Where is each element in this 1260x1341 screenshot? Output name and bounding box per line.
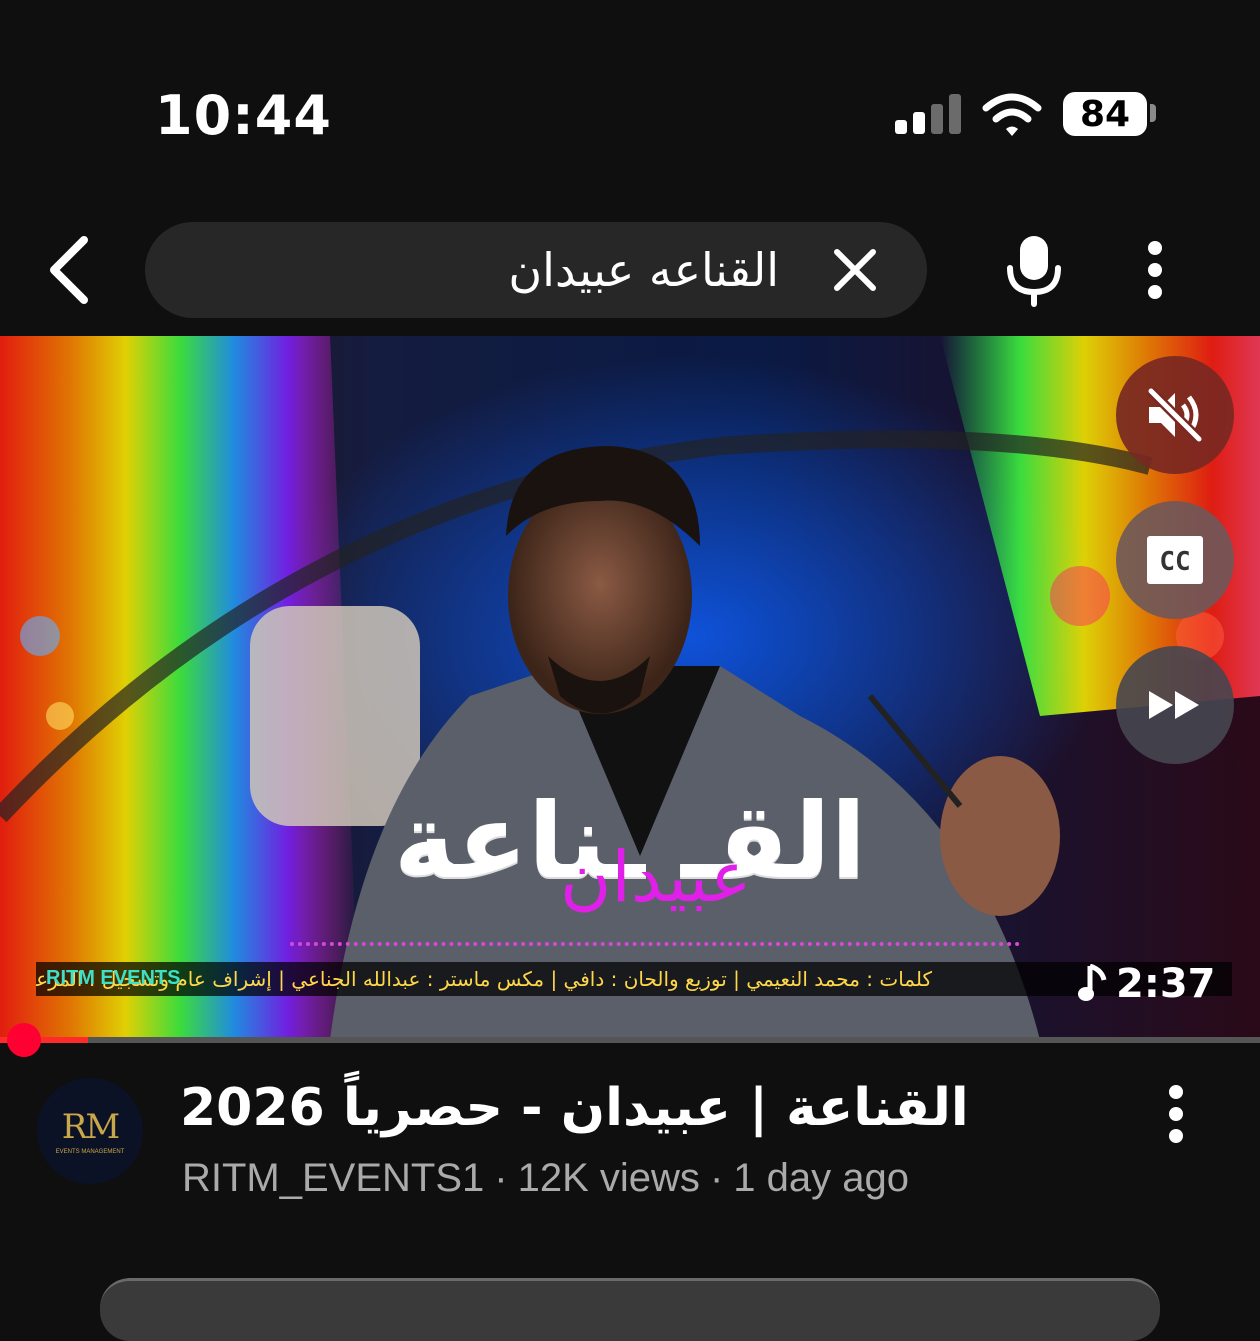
vertical-dots-icon [1148, 241, 1162, 299]
closed-captions-icon: CC [1147, 536, 1203, 584]
voice-search-button[interactable] [1000, 232, 1068, 308]
battery-level: 84 [1079, 93, 1131, 135]
captions-button[interactable]: CC [1116, 501, 1234, 619]
next-result-card[interactable] [100, 1278, 1160, 1341]
vertical-dots-icon [1169, 1085, 1183, 1143]
meta-separator: · [494, 1156, 508, 1200]
meta-separator: · [709, 1156, 724, 1200]
signal-icon [895, 94, 961, 134]
channel-avatar[interactable]: RM EVENTS MANAGEMENT [37, 1078, 143, 1184]
view-count: 12K views [517, 1156, 700, 1200]
channel-name[interactable]: RITM_EVENTS1 [182, 1156, 484, 1200]
video-meta: RITM_EVENTS1 · 12K views · 1 day ago [182, 1156, 909, 1201]
mute-button[interactable] [1116, 356, 1234, 474]
mute-icon [1147, 387, 1203, 443]
battery-nub [1150, 104, 1156, 122]
back-button[interactable] [40, 232, 100, 308]
video-duration: 2:37 [1116, 961, 1216, 1007]
video-title[interactable]: القناعة | عبيدان - حصرياً 2026 [180, 1078, 1080, 1148]
credits-brand: RITM EVENTS [46, 967, 181, 989]
close-icon [834, 249, 876, 291]
credits-bar: RITM EVENTS كلمات : محمد النعيمي | توزيع… [36, 962, 1232, 996]
battery-icon: 84 [1063, 92, 1147, 136]
chevron-left-icon [50, 236, 88, 304]
clear-search-button[interactable] [831, 246, 879, 294]
search-box[interactable]: القناعه عبيدان [145, 222, 927, 318]
search-input[interactable]: القناعه عبيدان [508, 222, 779, 318]
duration-badge: 2:37 [1078, 961, 1216, 1007]
overlay-title-name: عبيدان [560, 838, 752, 916]
progress-scrubber[interactable] [7, 1023, 41, 1057]
video-thumbnail [0, 336, 1260, 1040]
video-more-button[interactable] [1158, 1084, 1194, 1144]
video-title-text[interactable]: القناعة | عبيدان - حصرياً 2026 [180, 1078, 969, 1138]
progress-bar[interactable] [0, 1037, 1260, 1043]
status-time: 10:44 [155, 84, 332, 147]
avatar-logo-text: RM [61, 1107, 120, 1147]
music-note-icon [1078, 964, 1107, 1001]
cc-label: CC [1159, 547, 1190, 577]
fast-forward-icon [1149, 691, 1199, 719]
wifi-icon [982, 93, 1042, 136]
overlay-divider [290, 942, 1020, 946]
overlay-title-name-wrap: عبيدان [560, 826, 752, 916]
avatar-logo-subtext: EVENTS MANAGEMENT [55, 1149, 125, 1155]
more-options-button[interactable] [1135, 240, 1175, 300]
upload-age: 1 day ago [733, 1156, 909, 1200]
fast-forward-button[interactable] [1116, 646, 1234, 764]
microphone-icon [1007, 236, 1061, 307]
video-player[interactable]: القـ ـناعة عبيدان RITM EVENTS كلمات : مح… [0, 336, 1260, 1040]
